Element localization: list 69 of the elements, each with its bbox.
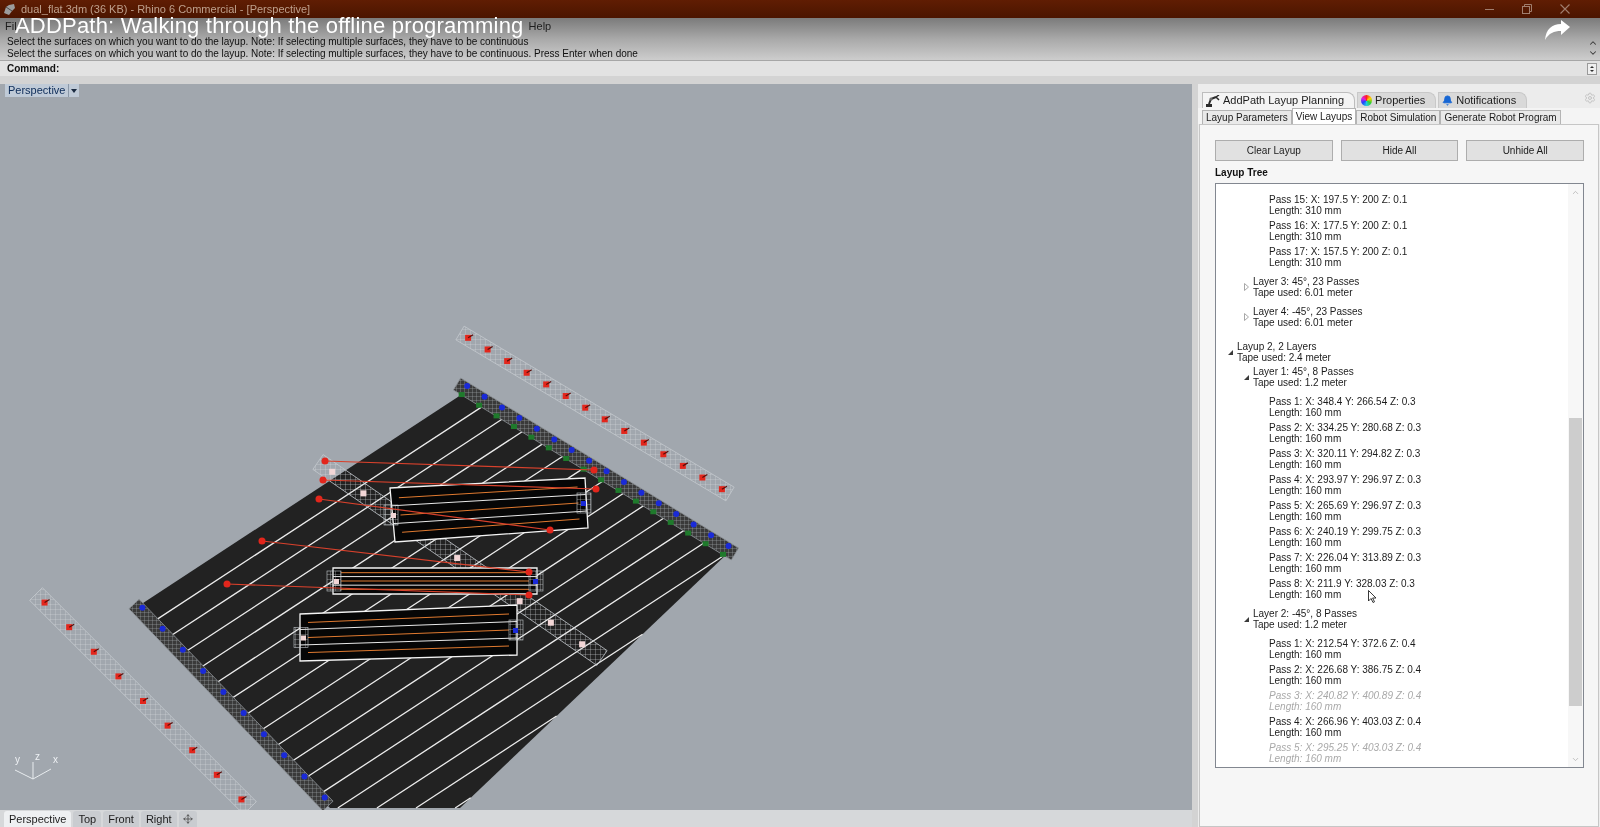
sub-tab[interactable]: View Layups xyxy=(1291,108,1357,124)
caret-right-icon[interactable] xyxy=(1244,283,1249,291)
pass-item[interactable]: Pass 8: X: 211.9 Y: 328.03 Z: 0.3 Length: 160 mm xyxy=(1269,578,1415,600)
pass-item[interactable]: Pass 6: X: 240.19 Y: 299.75 Z: 0.3 Length: 160 mm xyxy=(1269,526,1422,548)
pass-item[interactable]: Pass 1: X: 212.54 Y: 372.6 Z: 0.4 Length: 160 mm xyxy=(1269,638,1416,660)
close-icon xyxy=(1560,4,1570,14)
axis-label: x xyxy=(53,755,58,765)
pass-item[interactable]: Pass 2: X: 226.68 Y: 386.75 Z: 0.4 Length: 160 mm xyxy=(1269,664,1422,686)
caret-right-icon[interactable] xyxy=(1244,313,1249,321)
viewport-tab[interactable]: Right xyxy=(140,811,177,827)
layer-item[interactable]: Layer 3: 45°, 23 Passes Tape used: 6.01 meter xyxy=(1253,276,1360,298)
video-title: ADDPath: Walking through the offline programming xyxy=(15,15,524,37)
robot-arm-icon xyxy=(1206,94,1220,107)
mouse-pointer-icon xyxy=(1368,590,1377,603)
add-viewport-button[interactable] xyxy=(178,811,197,827)
pass-item[interactable]: Pass 4: X: 293.97 Y: 296.97 Z: 0.3 Length: 160 mm xyxy=(1269,474,1422,496)
viewport-label[interactable]: Perspective xyxy=(5,84,69,97)
command-history-line: Select the surfaces on which you want to do the layup. Note: If selecting multiple surfaces, they have to be continuous. Press Enter when done xyxy=(7,48,638,60)
pass-item[interactable]: Pass 4: X: 266.96 Y: 403.03 Z: 0.4 Length: 160 mm xyxy=(1269,716,1422,738)
action-button[interactable]: Clear Layup xyxy=(1215,140,1333,161)
panel-tab[interactable]: AddPath Layup Planning xyxy=(1202,92,1356,108)
chevron-down-icon[interactable] xyxy=(1588,48,1598,58)
pass-item[interactable]: Pass 7: X: 226.04 Y: 313.89 Z: 0.3 Length: 160 mm xyxy=(1269,552,1422,574)
command-label: Command: xyxy=(7,62,60,75)
axis-label: z xyxy=(35,752,40,762)
viewport-tab[interactable]: Front xyxy=(103,811,139,827)
viewport-tab[interactable]: Perspective xyxy=(4,811,72,827)
caret-down-icon[interactable] xyxy=(1244,616,1249,622)
perspective-viewport[interactable]: Perspective y z x xyxy=(0,84,1192,810)
app-logo-icon xyxy=(3,2,16,16)
panel-tab[interactable]: Notifications xyxy=(1438,92,1528,108)
pass-item[interactable]: Pass 2: X: 334.25 Y: 280.68 Z: 0.3 Length: 160 mm xyxy=(1269,422,1422,444)
pass-item[interactable]: Pass 17: X: 157.5 Y: 200 Z: 0.1 Length: 310 mm xyxy=(1269,246,1408,268)
restore-icon xyxy=(1522,4,1532,14)
pass-item[interactable]: Pass 15: X: 197.5 Y: 200 Z: 0.1 Length: 310 mm xyxy=(1269,194,1408,216)
action-button[interactable]: Unhide All xyxy=(1466,140,1584,161)
caret-down-icon[interactable] xyxy=(1228,349,1233,355)
axis-label: y xyxy=(15,755,20,765)
scrollbar[interactable] xyxy=(1568,184,1583,767)
pass-item[interactable]: Pass 1: X: 348.4 Y: 266.54 Z: 0.3 Length: 160 mm xyxy=(1269,396,1416,418)
scrollbar-thumb[interactable] xyxy=(1569,418,1582,706)
layup-item[interactable]: Layup 2, 2 Layers Tape used: 2.4 meter xyxy=(1237,341,1331,363)
minimize-icon xyxy=(1484,8,1494,10)
command-field[interactable]: Command: xyxy=(0,60,1600,76)
caret-down-icon[interactable] xyxy=(1244,374,1249,380)
layer-item[interactable]: Layer 2: -45°, 8 Passes Tape used: 1.2 meter xyxy=(1253,608,1358,630)
panel-tab[interactable]: Properties xyxy=(1357,92,1437,108)
pass-item[interactable]: Pass 3: X: 320.11 Y: 294.82 Z: 0.3 Length: 160 mm xyxy=(1269,448,1421,470)
sub-tab[interactable]: Robot Simulation xyxy=(1356,110,1441,124)
tree-title: Layup Tree xyxy=(1215,167,1268,179)
layup-tree[interactable] xyxy=(1215,183,1584,768)
color-wheel-icon xyxy=(1361,95,1373,106)
chevron-up-icon[interactable] xyxy=(1588,38,1598,48)
share-arrow-icon[interactable] xyxy=(1545,20,1570,40)
up-down-arrows-icon[interactable] xyxy=(1587,62,1597,75)
pass-item[interactable]: Pass 16: X: 177.5 Y: 200 Z: 0.1 Length: 310 mm xyxy=(1269,220,1408,242)
viewport-tab[interactable]: Top xyxy=(73,811,102,827)
pass-item[interactable]: Pass 5: X: 265.69 Y: 296.97 Z: 0.3 Length: 160 mm xyxy=(1269,500,1422,522)
caret-down-icon xyxy=(71,88,78,93)
menu-item[interactable]: Help xyxy=(528,19,552,33)
window-title: dual_flat.3dm (36 KB) - Rhino 6 Commercial - [Perspective] xyxy=(21,2,311,16)
sub-tab[interactable]: Layup Parameters xyxy=(1202,110,1292,124)
layer-item[interactable]: Layer 1: 45°, 8 Passes Tape used: 1.2 meter xyxy=(1253,366,1354,388)
viewport-menu-button[interactable] xyxy=(68,84,80,97)
layer-item[interactable]: Layer 4: -45°, 23 Passes Tape used: 6.01 meter xyxy=(1253,306,1363,328)
bell-icon xyxy=(1442,95,1454,106)
action-button[interactable]: Hide All xyxy=(1340,140,1459,161)
move-icon xyxy=(182,814,193,824)
sub-tab[interactable]: Generate Robot Program xyxy=(1440,110,1561,124)
